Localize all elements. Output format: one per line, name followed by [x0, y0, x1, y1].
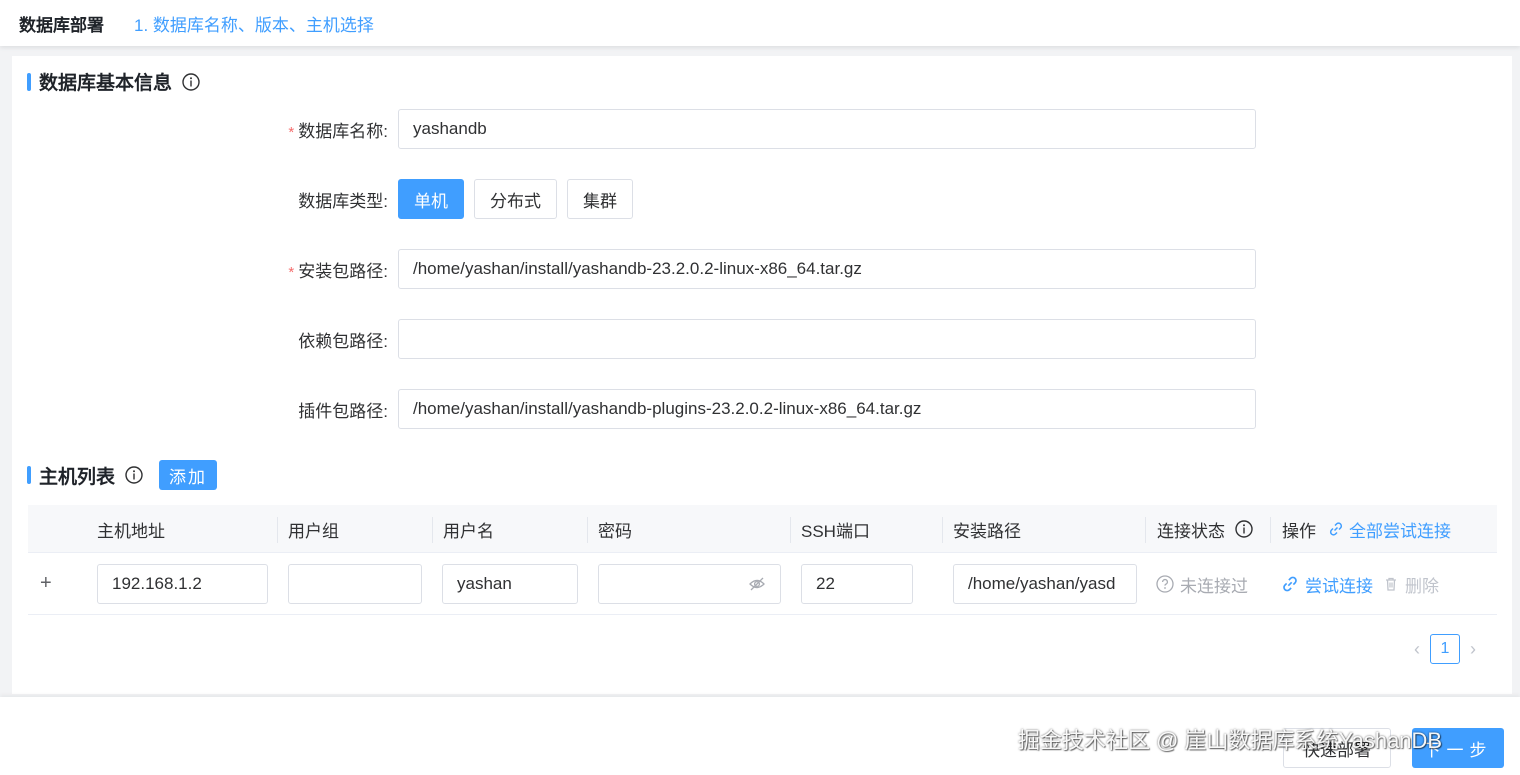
plugin-pkg-label: 插件包路径:: [298, 401, 388, 421]
col-divider: [1145, 517, 1146, 543]
install-pkg-input[interactable]: /home/yashan/install/yashandb-23.2.0.2-l…: [398, 249, 1256, 289]
section-accent-bar: [27, 466, 31, 484]
test-connection-link[interactable]: 尝试连接: [1281, 572, 1373, 597]
next-page-button[interactable]: ›: [1470, 639, 1476, 660]
test-connection-label: 尝试连接: [1305, 576, 1373, 596]
connection-status-text: 未连接过: [1180, 576, 1248, 596]
row-actions: 尝试连接 删除: [1281, 564, 1439, 604]
watermark-text: 掘金技术社区 @ 崖山数据库系统YashanDB: [1018, 728, 1443, 753]
pagination: ‹ 1 ›: [1414, 634, 1476, 664]
host-list-header: 主机列表 添加: [27, 460, 218, 490]
col-group: 用户组: [288, 521, 339, 541]
test-all-connections-link[interactable]: 全部尝试连接: [1328, 517, 1451, 542]
col-password: 密码: [598, 521, 632, 541]
question-circle-icon: [1156, 575, 1174, 593]
db-type-row: 数据库类型: 单机 分布式 集群: [12, 179, 643, 219]
basic-info-header: 数据库基本信息: [27, 68, 200, 95]
top-bar: 数据库部署 1. 数据库名称、版本、主机选择: [0, 0, 1520, 46]
col-divider: [277, 517, 278, 543]
install-pkg-row: * 安装包路径: /home/yashan/install/yashandb-23…: [12, 249, 1256, 289]
table-row: + 192.168.1.2 yashan 22 /home/yashan/yas…: [28, 553, 1497, 615]
db-type-standalone-button[interactable]: 单机: [398, 179, 464, 219]
col-ops: 操作 全部尝试连接: [1282, 505, 1451, 553]
username-input[interactable]: yashan: [442, 564, 578, 604]
page-number-button[interactable]: 1: [1430, 634, 1460, 664]
password-input[interactable]: [598, 564, 781, 604]
link-icon: [1329, 522, 1343, 536]
db-type-cluster-button[interactable]: 集群: [567, 179, 633, 219]
col-divider: [942, 517, 943, 543]
db-type-distributed-button[interactable]: 分布式: [474, 179, 557, 219]
col-install-path: 安装路径: [953, 521, 1021, 541]
dep-pkg-label: 依赖包路径:: [298, 331, 388, 351]
expand-row-icon[interactable]: +: [40, 573, 52, 593]
col-host: 主机地址: [97, 521, 165, 541]
connection-status: 未连接过: [1156, 564, 1248, 604]
delete-label: 删除: [1405, 576, 1439, 596]
install-pkg-label: * 安装包路径:: [288, 261, 388, 281]
col-divider: [790, 517, 791, 543]
eye-off-icon[interactable]: [748, 575, 766, 593]
deploy-form-card: 数据库基本信息 * 数据库名称: yashandb 数据库类型: 单机 分布式 集…: [12, 56, 1512, 694]
col-divider: [1270, 517, 1271, 543]
install-path-input[interactable]: /home/yashan/yasd: [953, 564, 1137, 604]
required-mark: *: [288, 263, 295, 281]
col-status: 连接状态: [1157, 505, 1253, 553]
footer-bar: 快速部署 下一步 掘金技术社区 @ 崖山数据库系统YashanDB: [0, 697, 1520, 775]
col-ops-label: 操作: [1282, 521, 1316, 541]
dep-pkg-input[interactable]: [398, 319, 1256, 359]
section-accent-bar: [27, 72, 31, 91]
link-icon: [1283, 576, 1297, 592]
plugin-pkg-row: 插件包路径: /home/yashan/install/yashandb-plu…: [12, 389, 1256, 429]
info-icon[interactable]: [1235, 520, 1253, 538]
info-icon[interactable]: [182, 72, 200, 91]
basic-info-title: 数据库基本信息: [39, 73, 173, 94]
page-title: 数据库部署: [19, 15, 104, 35]
host-list-title: 主机列表: [39, 466, 116, 488]
col-ssh-port: SSH端口: [801, 521, 870, 541]
dep-pkg-row: 依赖包路径:: [12, 319, 1256, 359]
test-all-label: 全部尝试连接: [1349, 521, 1451, 541]
add-host-button[interactable]: 添加: [159, 460, 218, 490]
user-group-input[interactable]: [288, 564, 422, 604]
db-name-input[interactable]: yashandb: [398, 109, 1256, 149]
col-user: 用户名: [443, 521, 494, 541]
col-divider: [432, 517, 433, 543]
col-divider: [587, 517, 588, 543]
db-name-row: * 数据库名称: yashandb: [12, 109, 1256, 149]
host-address-input[interactable]: 192.168.1.2: [97, 564, 268, 604]
info-icon[interactable]: [125, 466, 143, 484]
trash-icon: [1386, 577, 1396, 591]
step-breadcrumb[interactable]: 1. 数据库名称、版本、主机选择: [134, 11, 374, 36]
col-status-label: 连接状态: [1157, 521, 1225, 541]
plugin-pkg-input[interactable]: /home/yashan/install/yashandb-plugins-23…: [398, 389, 1256, 429]
db-type-label: 数据库类型:: [298, 191, 388, 211]
db-name-label: * 数据库名称:: [288, 121, 388, 141]
host-table-header: 主机地址 用户组 用户名 密码 SSH端口 安装路径 连接状态 操作 全部尝试连…: [28, 505, 1497, 553]
ssh-port-input[interactable]: 22: [801, 564, 913, 604]
delete-row-button[interactable]: 删除: [1383, 572, 1439, 597]
prev-page-button[interactable]: ‹: [1414, 639, 1420, 660]
required-mark: *: [288, 123, 295, 141]
